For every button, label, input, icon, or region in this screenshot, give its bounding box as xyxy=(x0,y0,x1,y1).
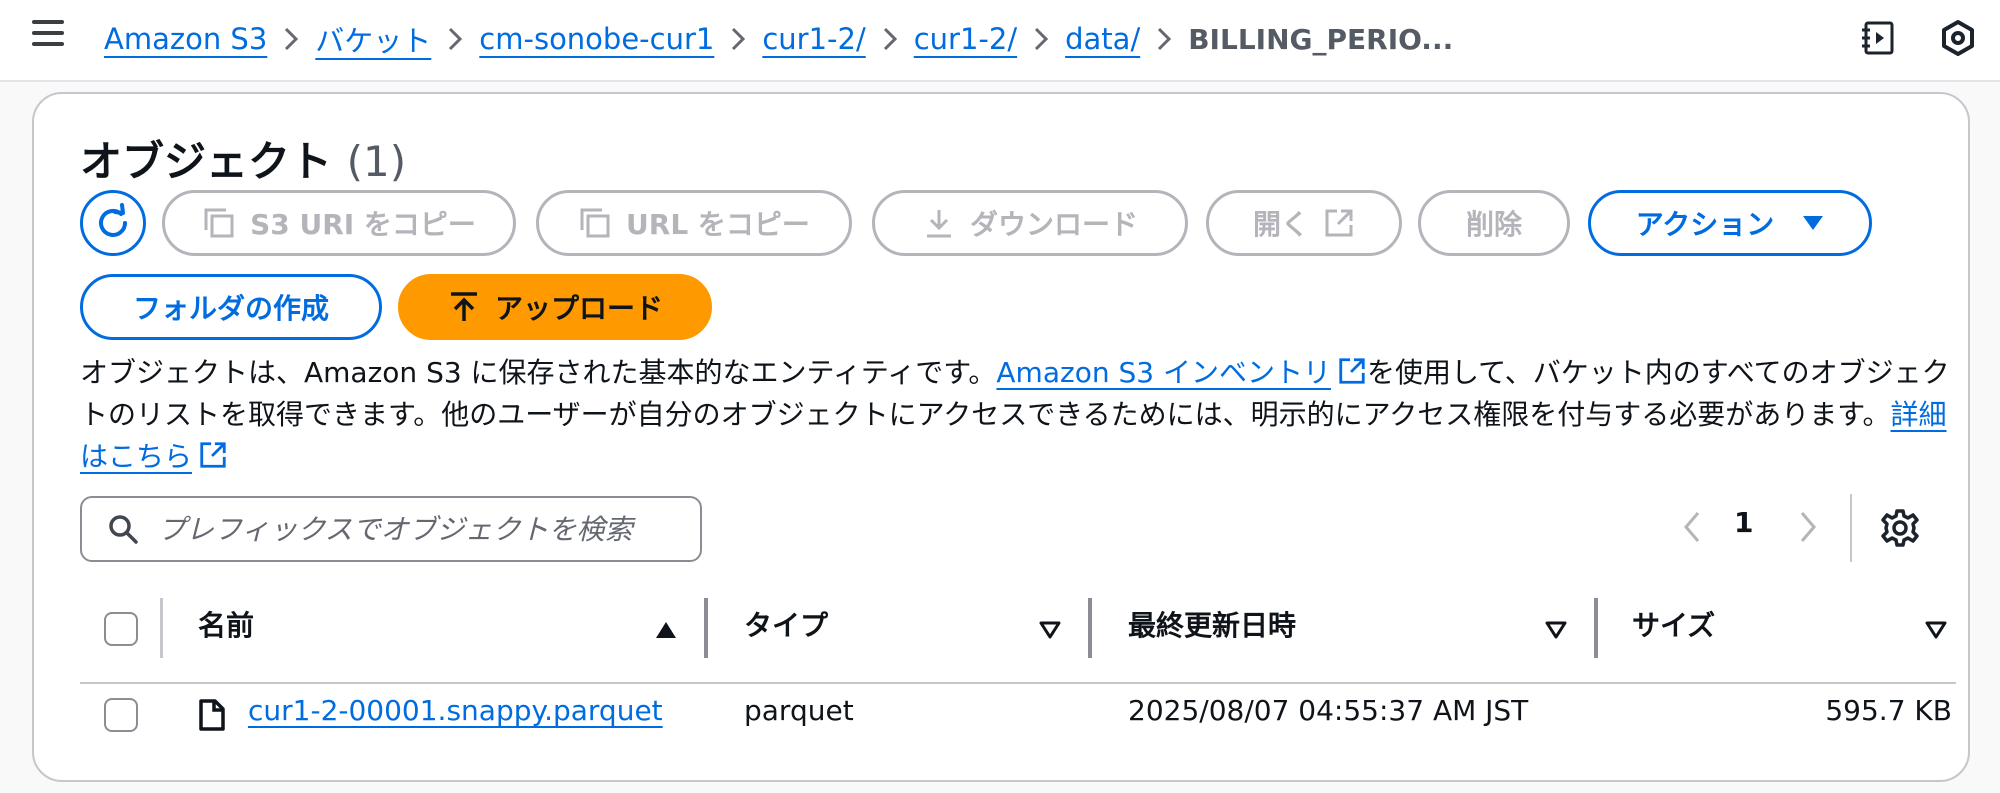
breadcrumb-current: BILLING_PERIO... xyxy=(1188,22,1454,56)
column-resizer[interactable] xyxy=(704,598,708,658)
search-input[interactable] xyxy=(156,511,680,547)
breadcrumb-folder-1[interactable]: cur1-2/ xyxy=(762,22,865,56)
copy-url-button[interactable]: URL をコピー xyxy=(536,190,852,256)
object-count: (1) xyxy=(346,137,407,186)
object-type: parquet xyxy=(744,694,854,727)
column-resizer[interactable] xyxy=(1088,598,1092,658)
breadcrumb-buckets[interactable]: バケット xyxy=(315,18,431,60)
open-button[interactable]: 開く xyxy=(1206,190,1402,256)
column-header-name[interactable]: 名前 xyxy=(198,604,254,644)
next-page-icon[interactable] xyxy=(1798,510,1818,548)
refresh-button[interactable] xyxy=(80,190,146,256)
copy-icon xyxy=(580,208,610,238)
row-checkbox[interactable] xyxy=(104,698,138,732)
column-header-type[interactable]: タイプ xyxy=(744,604,828,644)
external-link-icon xyxy=(1339,358,1365,384)
search-box xyxy=(80,496,702,562)
delete-button[interactable]: 削除 xyxy=(1418,190,1570,256)
objects-panel: オブジェクト (1) S3 URI をコピー URL をコピー ダウンロード 開… xyxy=(32,92,1970,782)
notebook-icon[interactable] xyxy=(1858,18,1898,58)
breadcrumb-bucket[interactable]: cm-sonobe-cur1 xyxy=(479,22,714,56)
page-number[interactable]: 1 xyxy=(1734,506,1753,539)
inventory-link[interactable]: Amazon S3 インベントリ xyxy=(996,356,1331,389)
upload-button[interactable]: アップロード xyxy=(398,274,712,340)
chevron-right-icon xyxy=(431,26,479,52)
sort-icon[interactable] xyxy=(1544,620,1568,640)
gear-icon[interactable] xyxy=(1880,508,1920,552)
previous-page-icon[interactable] xyxy=(1682,510,1702,548)
object-name-link[interactable]: cur1-2-00001.snappy.parquet xyxy=(248,694,663,727)
download-icon xyxy=(926,210,951,238)
caret-down-icon xyxy=(1803,216,1824,230)
create-folder-button[interactable]: フォルダの作成 xyxy=(80,274,382,340)
table-header-divider xyxy=(80,682,1956,684)
sort-icon[interactable] xyxy=(1924,620,1948,640)
column-header-last-modified[interactable]: 最終更新日時 xyxy=(1128,604,1296,644)
chevron-right-icon xyxy=(714,26,762,52)
refresh-icon xyxy=(99,203,127,237)
breadcrumb-folder-2[interactable]: cur1-2/ xyxy=(914,22,1017,56)
column-header-size[interactable]: サイズ xyxy=(1632,604,1715,644)
sort-ascending-icon[interactable] xyxy=(654,620,678,640)
download-button[interactable]: ダウンロード xyxy=(872,190,1188,256)
object-last-modified: 2025/08/07 04:55:37 AM JST xyxy=(1128,694,1529,727)
breadcrumb-amazon-s3[interactable]: Amazon S3 xyxy=(104,22,267,56)
external-link-icon xyxy=(200,442,226,468)
chevron-right-icon xyxy=(267,26,315,52)
hexagon-settings-icon[interactable] xyxy=(1938,18,1978,58)
object-size: 595.7 KB xyxy=(1825,694,1952,727)
breadcrumb: Amazon S3 バケット cm-sonobe-cur1 cur1-2/ cu… xyxy=(104,18,1453,60)
menu-icon[interactable] xyxy=(32,20,64,48)
chevron-right-icon xyxy=(1140,26,1188,52)
upload-icon xyxy=(450,292,477,321)
chevron-right-icon xyxy=(1017,26,1065,52)
objects-description: オブジェクトは、Amazon S3 に保存された基本的なエンティティです。Ama… xyxy=(80,356,1950,473)
pagination-divider xyxy=(1850,494,1852,562)
copy-icon xyxy=(204,208,234,238)
chevron-right-icon xyxy=(866,26,914,52)
sort-icon[interactable] xyxy=(1038,620,1062,640)
search-icon xyxy=(109,515,138,544)
column-divider xyxy=(160,598,163,658)
top-navigation-bar: Amazon S3 バケット cm-sonobe-cur1 cur1-2/ cu… xyxy=(0,0,2000,82)
column-resizer[interactable] xyxy=(1594,598,1598,658)
copy-s3-uri-button[interactable]: S3 URI をコピー xyxy=(162,190,516,256)
external-link-icon xyxy=(1325,209,1353,237)
select-all-checkbox[interactable] xyxy=(104,612,138,646)
file-icon xyxy=(199,699,225,731)
actions-dropdown-button[interactable]: アクション xyxy=(1588,190,1872,256)
breadcrumb-data[interactable]: data/ xyxy=(1065,22,1140,56)
page-title: オブジェクト (1) xyxy=(80,137,407,186)
